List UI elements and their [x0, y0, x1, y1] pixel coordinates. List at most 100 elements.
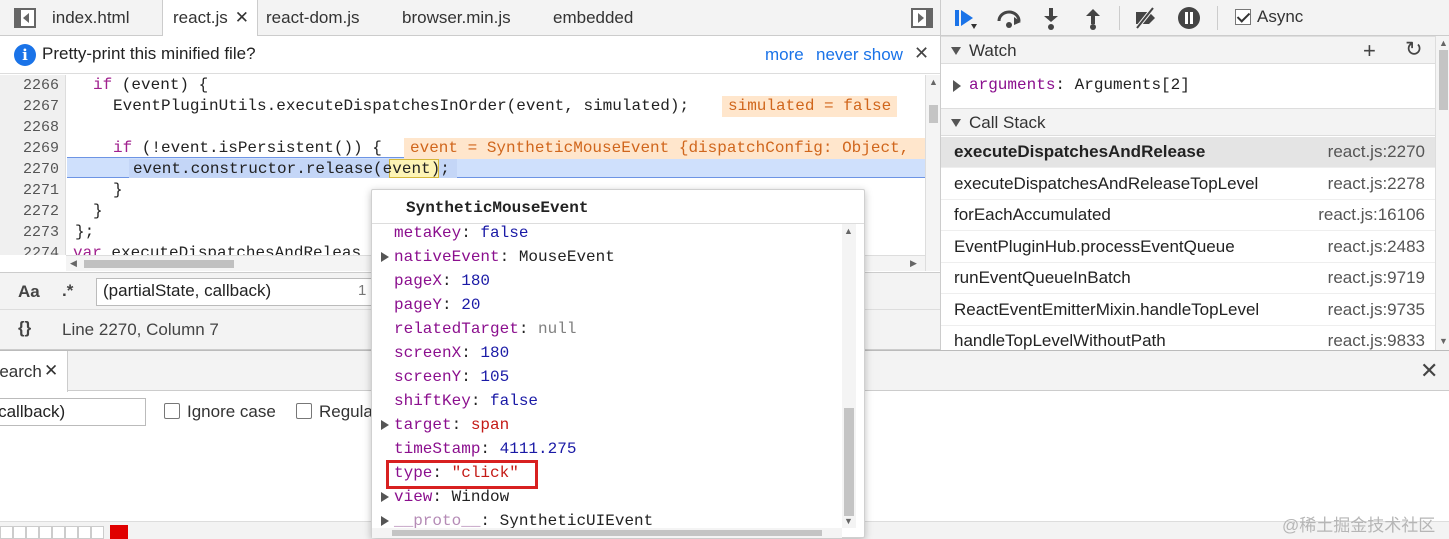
property-row[interactable]: relatedTarget: null: [394, 317, 576, 341]
scroll-thumb[interactable]: [392, 530, 822, 536]
match-case-button[interactable]: Aa: [18, 282, 40, 302]
more-link[interactable]: more: [765, 45, 804, 65]
call-frame[interactable]: executeDispatchesAndRelease react.js:2270: [941, 137, 1435, 168]
expand-triangle-icon[interactable]: [381, 252, 389, 262]
popover-vertical-scrollbar[interactable]: ▲ ▼: [842, 224, 856, 528]
property-value: span: [470, 416, 510, 434]
frame-location[interactable]: react.js:16106: [1318, 205, 1425, 225]
tab-react-js[interactable]: react.js ✕: [162, 0, 258, 37]
tab-browser-min-js[interactable]: browser.min.js: [392, 0, 532, 36]
expand-triangle-icon[interactable]: [381, 492, 389, 502]
search-all-input[interactable]: (partialState, callback): [0, 398, 146, 426]
tab-label: react.js: [173, 8, 228, 27]
step-out-icon[interactable]: [1079, 4, 1107, 32]
tab-embedded[interactable]: embedded: [543, 0, 653, 36]
property-row-type[interactable]: type: "click": [394, 461, 519, 485]
frame-location[interactable]: react.js:2270: [1328, 142, 1425, 162]
editor-vertical-scrollbar[interactable]: ▲: [925, 75, 940, 271]
close-icon[interactable]: ✕: [235, 0, 249, 36]
line-number[interactable]: 2272: [0, 201, 59, 222]
line-number[interactable]: 2266: [0, 75, 59, 96]
frame-location[interactable]: react.js:2483: [1328, 237, 1425, 257]
tab-search[interactable]: Search ✕: [0, 351, 68, 392]
scroll-thumb[interactable]: [84, 260, 234, 268]
expand-triangle-icon[interactable]: [381, 516, 389, 526]
scroll-up-icon[interactable]: ▲: [1439, 38, 1448, 48]
frame-function: forEachAccumulated: [954, 205, 1111, 224]
never-show-link[interactable]: never show: [816, 45, 903, 65]
tab-index-html[interactable]: index.html: [42, 0, 162, 36]
call-frame[interactable]: executeDispatchesAndReleaseTopLevel react…: [941, 169, 1435, 200]
tab-label: react-dom.js: [266, 8, 360, 27]
property-row[interactable]: screenX: 180: [394, 341, 509, 365]
scroll-right-icon[interactable]: ▶: [910, 258, 917, 269]
scroll-left-icon[interactable]: ◀: [70, 258, 77, 269]
regex-button[interactable]: .*: [62, 281, 73, 301]
expand-triangle-icon[interactable]: [381, 420, 389, 430]
async-checkbox[interactable]: [1235, 9, 1251, 25]
line-number[interactable]: 2269: [0, 138, 59, 159]
call-frame[interactable]: runEventQueueInBatch react.js:9719: [941, 263, 1435, 294]
property-row[interactable]: screenY: 105: [394, 365, 509, 389]
sidebar-vertical-scrollbar[interactable]: ▲ ▼: [1435, 36, 1449, 350]
scroll-thumb[interactable]: [844, 408, 854, 516]
pause-on-exceptions-icon[interactable]: [1175, 4, 1203, 32]
property-row[interactable]: pageX: 180: [394, 269, 490, 293]
refresh-icon[interactable]: ↻: [1405, 37, 1423, 62]
deactivate-breakpoints-icon[interactable]: [1131, 4, 1159, 32]
property-row[interactable]: nativeEvent: MouseEvent: [394, 245, 615, 269]
swatch: [52, 526, 65, 539]
step-over-icon[interactable]: [995, 4, 1023, 32]
line-number[interactable]: 2268: [0, 117, 59, 138]
property-row[interactable]: metaKey: false: [394, 221, 528, 245]
scroll-up-icon[interactable]: ▲: [929, 77, 938, 87]
close-drawer-icon[interactable]: ✕: [1420, 358, 1438, 384]
property-row[interactable]: target: span: [394, 413, 509, 437]
add-watch-icon[interactable]: +: [1363, 38, 1376, 64]
toggle-debugger-icon[interactable]: [911, 8, 933, 28]
close-icon[interactable]: ✕: [44, 361, 58, 381]
ignore-case-checkbox[interactable]: [164, 403, 180, 419]
frame-location[interactable]: react.js:9735: [1328, 300, 1425, 320]
call-frame[interactable]: forEachAccumulated react.js:16106: [941, 200, 1435, 231]
call-frame[interactable]: EventPluginHub.processEventQueue react.js…: [941, 232, 1435, 263]
property-row[interactable]: shiftKey: false: [394, 389, 538, 413]
scroll-down-icon[interactable]: ▼: [1439, 336, 1448, 346]
scroll-down-icon[interactable]: ▼: [844, 516, 853, 526]
regex-checkbox[interactable]: [296, 403, 312, 419]
line-number[interactable]: 2271: [0, 180, 59, 201]
watch-expression[interactable]: arguments: Arguments[2]: [941, 66, 1435, 108]
step-into-icon[interactable]: [1037, 4, 1065, 32]
watch-section-header[interactable]: Watch + ↻: [941, 36, 1435, 64]
line-number[interactable]: 2267: [0, 96, 59, 117]
search-input[interactable]: (partialState, callback): [96, 278, 376, 306]
popover-horizontal-scrollbar[interactable]: [372, 528, 842, 538]
call-stack-section-header[interactable]: Call Stack: [941, 108, 1435, 136]
expand-triangle-icon[interactable]: [953, 80, 961, 92]
property-value: null: [538, 320, 577, 338]
toggle-navigator-icon[interactable]: [14, 8, 36, 28]
scroll-thumb[interactable]: [929, 105, 938, 123]
property-row[interactable]: pageY: 20: [394, 293, 480, 317]
frame-location[interactable]: react.js:9719: [1328, 268, 1425, 288]
property-row[interactable]: view: Window: [394, 485, 509, 509]
infobar-close-icon[interactable]: ✕: [914, 43, 929, 64]
property-row[interactable]: timeStamp: 4111.275: [394, 437, 576, 461]
scroll-up-icon[interactable]: ▲: [844, 226, 853, 236]
line-gutter[interactable]: 2266 2267 2268 2269 2270 2271 2272 2273 …: [0, 75, 66, 255]
frame-location[interactable]: react.js:2278: [1328, 174, 1425, 194]
line-number[interactable]: 2270: [0, 159, 59, 180]
line-number[interactable]: 2273: [0, 222, 59, 243]
tab-react-dom-js[interactable]: react-dom.js: [256, 0, 386, 36]
collapse-triangle-icon[interactable]: [951, 47, 961, 55]
frame-location[interactable]: react.js:9833: [1328, 331, 1425, 350]
line-number[interactable]: 2274: [0, 243, 59, 255]
call-frame[interactable]: ReactEventEmitterMixin.handleTopLevel rea…: [941, 295, 1435, 326]
resume-icon[interactable]: [951, 4, 979, 32]
call-frame[interactable]: handleTopLevelWithoutPath react.js:9833: [941, 326, 1435, 350]
pretty-print-button[interactable]: {}: [18, 318, 31, 338]
property-key: timeStamp: [394, 440, 481, 458]
scroll-thumb[interactable]: [1439, 50, 1448, 110]
object-preview-popover[interactable]: SyntheticMouseEvent metaKey: false nativ…: [371, 189, 865, 538]
collapse-triangle-icon[interactable]: [951, 119, 961, 127]
